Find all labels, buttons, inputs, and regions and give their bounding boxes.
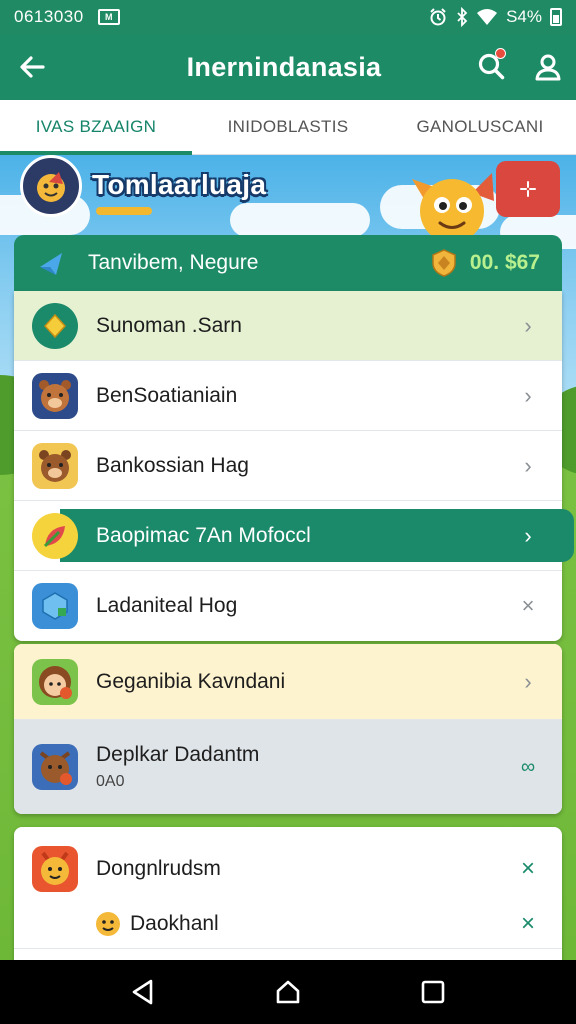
list-item[interactable]: Bankossian Hag › bbox=[14, 431, 562, 501]
list-item-name: BenSoatianiain bbox=[96, 383, 238, 407]
content-area: Tomlaarluaja Tanvibem, Negure 00. $67 Su… bbox=[0, 155, 576, 960]
cloud-decoration bbox=[230, 203, 370, 237]
coin-amount: 00. $67 bbox=[469, 251, 540, 274]
tab-1[interactable]: IVAS BZAAIGN bbox=[0, 100, 192, 155]
contact-card-1: Sunoman .Sarn › BenSoatianiain › Bankoss… bbox=[14, 291, 574, 641]
list-item[interactable]: Geganibia Kavndani › bbox=[14, 644, 562, 720]
diamond-icon bbox=[43, 313, 67, 338]
list-item[interactable]: Ladaniteal Hog × bbox=[14, 571, 562, 641]
cat-face-icon bbox=[41, 851, 69, 885]
profile-button[interactable] bbox=[520, 34, 576, 100]
tab-bar: IVAS BZAAIGN INIDOBLASTIS GANOLUSCANI bbox=[0, 100, 576, 155]
list-item[interactable]: BenSoatianiain › bbox=[14, 361, 562, 431]
face-icon bbox=[37, 172, 65, 202]
contact-card-3: Dongnlrudsm × Daokhanl × bbox=[14, 827, 562, 960]
bear-icon bbox=[39, 449, 71, 482]
list-item-name: Sunoman .Sarn bbox=[96, 313, 242, 337]
avatar bbox=[32, 583, 78, 629]
cube-icon bbox=[42, 592, 68, 620]
banner-underline bbox=[96, 207, 152, 215]
list-item[interactable]: Dongnlrudsm × bbox=[14, 827, 562, 899]
list-item-name: Baopimac 7An Mofoccl bbox=[96, 523, 311, 547]
list-item-text: Deplkar Dadantm 0A0 bbox=[96, 743, 516, 791]
person-icon bbox=[535, 54, 561, 81]
nav-home-button[interactable] bbox=[258, 962, 318, 1022]
chevron-right-icon: › bbox=[524, 522, 532, 548]
tab-2[interactable]: INIDOBLASTIS bbox=[192, 100, 384, 154]
notification-dot bbox=[495, 48, 506, 59]
status-bar: 0613030 M S4% bbox=[0, 0, 576, 34]
list-item-name: Geganibia Kavndani bbox=[96, 669, 286, 693]
contact-card-2: Geganibia Kavndani › Deplkar Dadantm 0A0… bbox=[14, 644, 562, 814]
avatar bbox=[32, 744, 78, 790]
section-label: Tanvibem, Negure bbox=[88, 251, 259, 274]
list-item-selected[interactable]: Baopimac 7An Mofoccl › bbox=[14, 501, 574, 571]
smiley-icon bbox=[96, 911, 120, 936]
cat-avatar-icon bbox=[39, 751, 72, 785]
sparkle-icon bbox=[520, 181, 536, 197]
bear-icon bbox=[39, 379, 71, 412]
arrow-back-icon bbox=[20, 56, 45, 78]
status-time: 0613030 bbox=[14, 7, 84, 26]
tab-3[interactable]: GANOLUSCANI bbox=[384, 100, 576, 154]
list-item-name: Bankossian Hag bbox=[96, 453, 249, 477]
avatar bbox=[32, 512, 78, 559]
system-nav-bar bbox=[0, 960, 576, 1024]
battery-icon bbox=[550, 8, 562, 26]
nav-back-button[interactable] bbox=[113, 962, 173, 1022]
close-icon[interactable]: × bbox=[516, 910, 540, 938]
list-item[interactable]: Sunoman .Sarn › bbox=[14, 291, 562, 361]
avatar bbox=[32, 442, 78, 489]
girl-avatar-icon bbox=[39, 665, 72, 699]
link-icon[interactable]: ∞ bbox=[516, 756, 540, 779]
list-item-name: Dongnlrudsm bbox=[96, 857, 221, 880]
triangle-back-icon bbox=[132, 979, 152, 1005]
shield-coin-icon bbox=[432, 249, 456, 277]
banner-avatar[interactable] bbox=[20, 155, 82, 217]
megaphone-icon bbox=[40, 253, 62, 275]
section-header: Tanvibem, Negure 00. $67 bbox=[14, 235, 562, 291]
chevron-right-icon: › bbox=[524, 382, 532, 408]
avatar bbox=[32, 372, 78, 419]
wifi-icon bbox=[477, 9, 498, 25]
nav-recents-button[interactable] bbox=[403, 962, 463, 1022]
close-icon[interactable]: × bbox=[516, 855, 540, 883]
list-item[interactable]: Deplkar Dadantm 0A0 ∞ bbox=[14, 720, 562, 814]
page-title: Inernindanasia bbox=[186, 51, 382, 82]
status-icons: S4% bbox=[428, 7, 562, 27]
home-icon bbox=[276, 980, 300, 1004]
banner-action-button[interactable] bbox=[496, 161, 560, 217]
leaf-icon bbox=[43, 525, 65, 547]
back-button[interactable] bbox=[0, 34, 64, 100]
list-item-subtitle: 0A0 bbox=[96, 773, 125, 790]
avatar bbox=[32, 302, 78, 349]
battery-level: S4% bbox=[506, 7, 542, 26]
alarm-icon bbox=[430, 8, 446, 26]
close-icon[interactable]: × bbox=[516, 593, 540, 619]
search-button[interactable] bbox=[464, 34, 520, 100]
chevron-right-icon: › bbox=[524, 312, 532, 338]
list-item-name: Ladaniteal Hog bbox=[96, 594, 238, 617]
list-item-name: Daokhanl bbox=[130, 911, 219, 935]
coin-balance[interactable]: 00. $67 bbox=[430, 248, 540, 278]
avatar bbox=[32, 846, 78, 892]
list-item[interactable]: Daokhanl × bbox=[14, 899, 562, 949]
chevron-right-icon: › bbox=[524, 668, 532, 694]
avatar bbox=[32, 658, 78, 705]
app-bar: Inernindanasia bbox=[0, 34, 576, 100]
banner-title: Tomlaarluaja bbox=[92, 169, 267, 200]
sim-icon: M bbox=[97, 9, 120, 25]
bluetooth-icon bbox=[457, 7, 468, 27]
square-recents-icon bbox=[422, 980, 445, 1004]
chevron-right-icon: › bbox=[524, 452, 532, 478]
list-item-name: Deplkar Dadantm bbox=[96, 743, 260, 766]
